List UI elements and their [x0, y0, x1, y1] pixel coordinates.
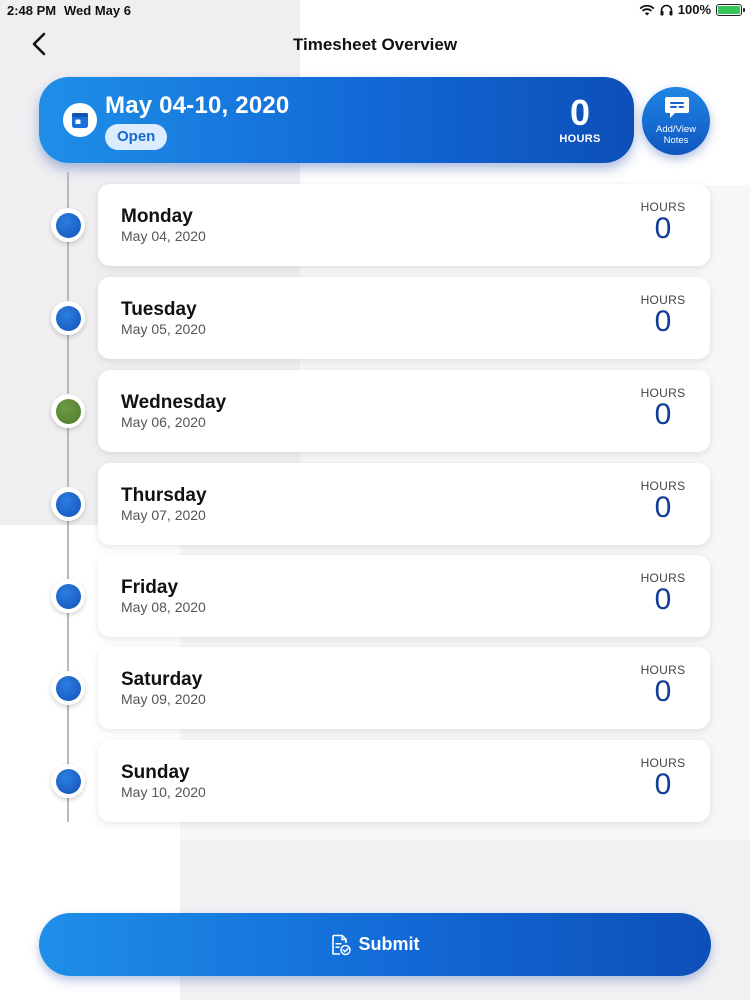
hours-value: 0	[654, 212, 672, 245]
day-card-wednesday[interactable]: Wednesday May 06, 2020 HOURS 0	[98, 370, 710, 452]
submit-label: Submit	[358, 934, 420, 954]
hours-value: 0	[654, 583, 672, 616]
headphones-icon	[660, 4, 673, 15]
hours-value: 0	[654, 768, 672, 801]
timeline-dot	[51, 301, 85, 335]
day-date: May 06, 2020	[121, 414, 206, 430]
timeline-dot	[51, 579, 85, 613]
day-date: May 07, 2020	[121, 507, 206, 523]
day-card-thursday[interactable]: Thursday May 07, 2020 HOURS 0	[98, 463, 710, 545]
timeline-dot	[51, 208, 85, 242]
week-hours-label: HOURS	[559, 133, 601, 145]
battery-percent: 100%	[677, 2, 711, 17]
day-row-thursday: Thursday May 07, 2020 HOURS 0	[0, 463, 750, 545]
chat-bubble-icon	[665, 97, 689, 118]
day-card-sunday[interactable]: Sunday May 10, 2020 HOURS 0	[98, 740, 710, 822]
status-time: 2:48 PM	[7, 3, 57, 18]
hours-value: 0	[654, 305, 672, 338]
status-indicators: 100%	[639, 2, 745, 17]
status-badge: Open	[105, 124, 168, 150]
day-card-monday[interactable]: Monday May 04, 2020 HOURS 0	[98, 184, 710, 266]
week-range: May 04-10, 2020	[105, 92, 290, 119]
submit-button[interactable]: Submit	[39, 913, 711, 976]
notes-label: Add/View Notes	[656, 124, 696, 146]
day-row-monday: Monday May 04, 2020 HOURS 0	[0, 184, 750, 266]
hours-value: 0	[654, 491, 672, 524]
add-view-notes-button[interactable]: Add/View Notes	[642, 87, 710, 155]
timeline-dot	[51, 671, 85, 705]
day-card-friday[interactable]: Friday May 08, 2020 HOURS 0	[98, 555, 710, 637]
week-summary-card: May 04-10, 2020 Open 0 HOURS	[39, 77, 634, 163]
day-name: Wednesday	[121, 392, 227, 413]
status-date: Wed May 6	[64, 3, 131, 18]
page-title: Timesheet Overview	[292, 35, 458, 54]
day-date: May 05, 2020	[121, 321, 206, 337]
status-bar: 2:48 PM Wed May 6 100%	[0, 0, 750, 20]
calendar-icon	[63, 103, 97, 137]
document-check-icon	[331, 934, 351, 955]
day-name: Friday	[121, 577, 179, 598]
week-total-hours: 0	[569, 92, 591, 133]
day-row-tuesday: Tuesday May 05, 2020 HOURS 0	[0, 277, 750, 359]
day-row-sunday: Sunday May 10, 2020 HOURS 0	[0, 740, 750, 822]
day-card-saturday[interactable]: Saturday May 09, 2020 HOURS 0	[98, 647, 710, 729]
day-row-friday: Friday May 08, 2020 HOURS 0	[0, 555, 750, 637]
day-date: May 10, 2020	[121, 784, 206, 800]
day-row-wednesday: Wednesday May 06, 2020 HOURS 0	[0, 370, 750, 452]
battery-icon	[716, 3, 745, 16]
timeline-dot	[51, 487, 85, 521]
day-date: May 09, 2020	[121, 691, 206, 707]
day-name: Thursday	[121, 485, 207, 506]
day-name: Saturday	[121, 669, 203, 690]
day-name: Sunday	[121, 762, 190, 783]
day-date: May 08, 2020	[121, 599, 206, 615]
wifi-icon	[639, 4, 655, 15]
day-name: Tuesday	[121, 299, 197, 320]
day-row-saturday: Saturday May 09, 2020 HOURS 0	[0, 647, 750, 729]
day-date: May 04, 2020	[121, 228, 206, 244]
hours-value: 0	[654, 398, 672, 431]
day-card-tuesday[interactable]: Tuesday May 05, 2020 HOURS 0	[98, 277, 710, 359]
timeline-dot	[51, 764, 85, 798]
timeline-dot-today	[51, 394, 85, 428]
hours-value: 0	[654, 675, 672, 708]
day-name: Monday	[121, 206, 193, 227]
